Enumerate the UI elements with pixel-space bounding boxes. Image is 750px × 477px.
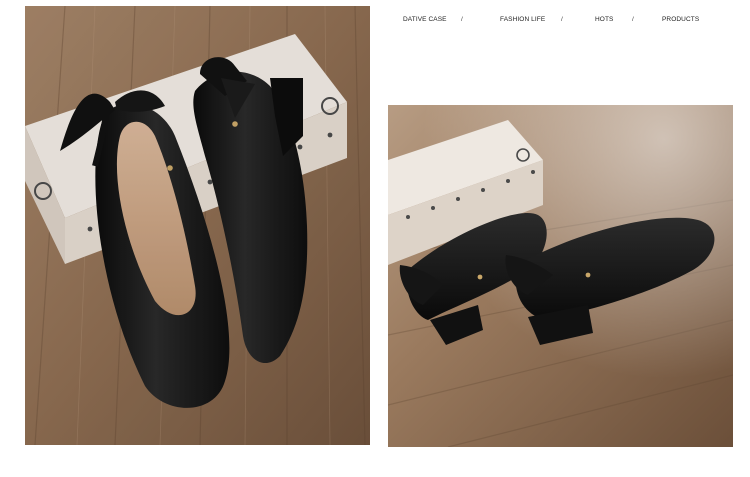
nav-separator: / — [561, 16, 563, 23]
shoes-rear-view-illustration — [388, 105, 733, 447]
product-photo-rear-view — [388, 105, 733, 447]
top-nav: DATIVE CASE / FASHION LIFE / HOTS / PROD… — [388, 16, 733, 30]
nav-separator: / — [632, 16, 634, 23]
nav-separator: / — [461, 16, 463, 23]
nav-item-fashion-life[interactable]: FASHION LIFE — [500, 16, 545, 23]
shoes-top-view-illustration — [25, 6, 370, 445]
product-photo-top-view — [25, 6, 370, 445]
nav-item-dative-case[interactable]: DATIVE CASE — [403, 16, 447, 23]
nav-item-hots[interactable]: HOTS — [595, 16, 613, 23]
nav-item-products[interactable]: PRODUCTS — [662, 16, 699, 23]
